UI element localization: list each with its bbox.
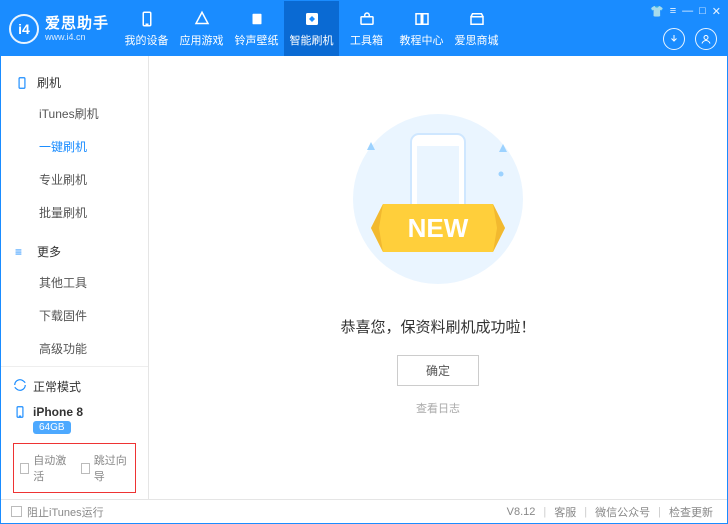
ringtone-icon: [248, 10, 266, 28]
body: 刷机 iTunes刷机 一键刷机 专业刷机 批量刷机 ≡ 更多 其他工具 下载固…: [1, 56, 727, 499]
nav-tutorials[interactable]: 教程中心: [394, 1, 449, 56]
nav: 我的设备 应用游戏 铃声壁纸 智能刷机 工具箱 教程中心: [119, 1, 504, 56]
phone-icon: [15, 76, 31, 90]
maximize-icon[interactable]: □: [699, 5, 706, 18]
checkbox-icon: [81, 463, 90, 474]
nav-label: 爱思商城: [455, 32, 499, 48]
phone-icon: [138, 10, 156, 28]
nav-flash[interactable]: 智能刷机: [284, 1, 339, 56]
nav-label: 工具箱: [350, 32, 383, 48]
skip-guide-checkbox[interactable]: 跳过向导: [81, 452, 130, 484]
sidebar-item-other-tools[interactable]: 其他工具: [1, 266, 148, 299]
separator: |: [580, 506, 591, 518]
checkbox-icon: [11, 506, 22, 517]
sidebar: 刷机 iTunes刷机 一键刷机 专业刷机 批量刷机 ≡ 更多 其他工具 下载固…: [1, 56, 149, 499]
logo-text: 爱思助手 www.i4.cn: [45, 16, 109, 42]
confirm-button[interactable]: 确定: [397, 355, 479, 386]
sidebar-item-itunes-flash[interactable]: iTunes刷机: [1, 97, 148, 130]
nav-label: 铃声壁纸: [235, 32, 279, 48]
device-name: iPhone 8: [33, 405, 83, 419]
checkbox-label: 跳过向导: [94, 452, 129, 484]
header: i4 爱思助手 www.i4.cn 我的设备 应用游戏 铃声壁纸 智能刷机: [1, 1, 727, 56]
checkbox-icon: [20, 463, 29, 474]
nav-label: 我的设备: [125, 32, 169, 48]
sidebar-item-pro-flash[interactable]: 专业刷机: [1, 163, 148, 196]
device-info: iPhone 8 64GB: [33, 405, 83, 434]
sidebar-scroll: 刷机 iTunes刷机 一键刷机 专业刷机 批量刷机 ≡ 更多 其他工具 下载固…: [1, 56, 148, 366]
device-row[interactable]: iPhone 8 64GB: [11, 400, 138, 439]
mode-label: 正常模式: [33, 378, 81, 395]
mode-row[interactable]: 正常模式: [11, 373, 138, 400]
storage-badge: 64GB: [33, 421, 71, 434]
download-icon[interactable]: [663, 28, 685, 50]
sidebar-item-batch-flash[interactable]: 批量刷机: [1, 196, 148, 229]
apps-icon: [193, 10, 211, 28]
sidebar-group-title[interactable]: 刷机: [1, 68, 148, 97]
checkbox-label: 自动激活: [33, 452, 68, 484]
auto-activate-checkbox[interactable]: 自动激活: [20, 452, 69, 484]
nav-ringtones[interactable]: 铃声壁纸: [229, 1, 284, 56]
skin-icon[interactable]: 👕: [650, 5, 664, 18]
footer: 阻止iTunes运行 V8.12 | 客服 | 微信公众号 | 检查更新: [1, 499, 727, 523]
close-icon[interactable]: ✕: [712, 5, 721, 18]
sidebar-item-onekey-flash[interactable]: 一键刷机: [1, 130, 148, 163]
nav-label: 智能刷机: [290, 32, 334, 48]
header-right-icons: [663, 28, 717, 50]
store-icon: [468, 10, 486, 28]
separator: |: [539, 506, 550, 518]
support-link[interactable]: 客服: [550, 504, 580, 520]
nav-label: 应用游戏: [180, 32, 224, 48]
block-itunes-checkbox[interactable]: 阻止iTunes运行: [11, 504, 104, 520]
sidebar-bottom: 正常模式 iPhone 8 64GB 自动激活: [1, 366, 148, 499]
sidebar-group-flash: 刷机 iTunes刷机 一键刷机 专业刷机 批量刷机: [1, 64, 148, 233]
nav-apps[interactable]: 应用游戏: [174, 1, 229, 56]
nav-store[interactable]: 爱思商城: [449, 1, 504, 56]
window-controls: 👕 ≡ — □ ✕: [650, 5, 721, 18]
menu-icon[interactable]: ≡: [670, 5, 676, 18]
app-window: i4 爱思助手 www.i4.cn 我的设备 应用游戏 铃声壁纸 智能刷机: [0, 0, 728, 524]
version-label: V8.12: [503, 506, 540, 518]
sidebar-group-label: 刷机: [37, 74, 61, 91]
wechat-link[interactable]: 微信公众号: [591, 504, 654, 520]
hamburger-icon: ≡: [15, 245, 31, 259]
logo-area: i4 爱思助手 www.i4.cn: [9, 14, 119, 44]
checkbox-label: 阻止iTunes运行: [27, 504, 104, 520]
sidebar-group-label: 更多: [37, 243, 61, 260]
sidebar-group-title[interactable]: ≡ 更多: [1, 237, 148, 266]
sidebar-item-advanced[interactable]: 高级功能: [1, 332, 148, 365]
banner-text: NEW: [408, 213, 469, 243]
view-log-link[interactable]: 查看日志: [416, 400, 460, 416]
separator: |: [654, 506, 665, 518]
book-icon: [413, 10, 431, 28]
update-link[interactable]: 检查更新: [665, 504, 717, 520]
options-row: 自动激活 跳过向导: [13, 443, 136, 493]
nav-toolbox[interactable]: 工具箱: [339, 1, 394, 56]
app-url: www.i4.cn: [45, 33, 109, 42]
main-content: NEW 恭喜您，保资料刷机成功啦！ 确定 查看日志: [149, 56, 727, 499]
refresh-icon: [13, 378, 27, 395]
user-icon[interactable]: [695, 28, 717, 50]
sidebar-group-more: ≡ 更多 其他工具 下载固件 高级功能: [1, 233, 148, 366]
success-illustration: NEW: [333, 104, 543, 294]
sidebar-item-download-firmware[interactable]: 下载固件: [1, 299, 148, 332]
app-title: 爱思助手: [45, 16, 109, 31]
flash-icon: [303, 10, 321, 28]
success-message: 恭喜您，保资料刷机成功啦！: [340, 316, 535, 337]
nav-my-device[interactable]: 我的设备: [119, 1, 174, 56]
nav-label: 教程中心: [400, 32, 444, 48]
logo-icon: i4: [9, 14, 39, 44]
phone-icon: [13, 405, 27, 422]
minimize-icon[interactable]: —: [682, 5, 693, 18]
toolbox-icon: [358, 10, 376, 28]
